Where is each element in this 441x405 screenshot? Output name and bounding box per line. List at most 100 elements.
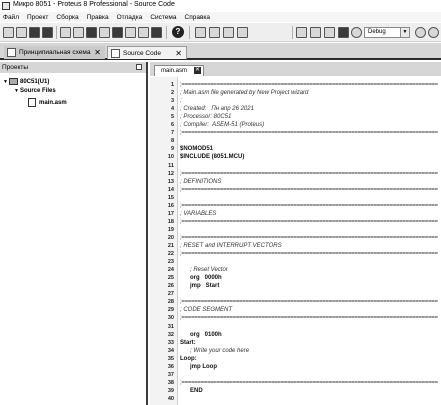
- help-icon[interactable]: ?: [172, 26, 184, 38]
- save-all-icon[interactable]: [42, 27, 53, 38]
- code-line[interactable]: 18 ;=====================================…: [150, 218, 441, 226]
- code-line[interactable]: 39 END: [150, 387, 441, 395]
- code-line[interactable]: 20 ;=====================================…: [150, 234, 441, 242]
- code-line[interactable]: 25 org 0000h: [150, 274, 441, 282]
- tab-source-code[interactable]: Source Code ✕: [107, 46, 187, 59]
- code-line[interactable]: 14 ;=====================================…: [150, 186, 441, 194]
- code-line[interactable]: 26 jmp Start: [150, 282, 441, 290]
- undo-icon[interactable]: [209, 27, 220, 38]
- code-text: ; CODE SEGMENT: [180, 307, 233, 314]
- code-line[interactable]: 35 Loop:: [150, 355, 441, 363]
- code-line[interactable]: 19: [150, 226, 441, 234]
- code-line[interactable]: 37: [150, 371, 441, 379]
- tab-schematic[interactable]: Принципиальная схема ✕: [4, 46, 105, 59]
- code-line[interactable]: 34 ; Write your code here: [150, 347, 441, 355]
- tree-item-label: Source Files: [20, 88, 56, 94]
- stop-icon[interactable]: [338, 27, 349, 38]
- code-line[interactable]: 23: [150, 258, 441, 266]
- tab-schematic-label: Принципиальная схема: [19, 49, 91, 56]
- code-line[interactable]: 7 ;======================================…: [150, 129, 441, 137]
- pcb-icon[interactable]: [86, 27, 97, 38]
- paste-icon[interactable]: [237, 27, 248, 38]
- code-editor[interactable]: 1 ;======================================…: [150, 77, 441, 405]
- code-text: END: [180, 387, 203, 394]
- schematic-icon[interactable]: [73, 27, 84, 38]
- settings-icon[interactable]: [351, 27, 362, 38]
- menu-file[interactable]: Файл: [3, 14, 19, 21]
- tree-item-main-asm[interactable]: main.asm: [28, 98, 67, 107]
- code-line[interactable]: 15: [150, 194, 441, 202]
- code-line[interactable]: 8: [150, 137, 441, 145]
- code-text: jmp Start: [180, 283, 220, 290]
- code-line[interactable]: 2 ; Main.asm file generated by New Projec…: [150, 89, 441, 97]
- 3d-icon[interactable]: [99, 27, 110, 38]
- toolbar-separator: [189, 26, 190, 39]
- code-line[interactable]: 32 org 0100h: [150, 331, 441, 339]
- line-number: 29: [167, 307, 174, 314]
- bom-icon[interactable]: [125, 27, 136, 38]
- code-line[interactable]: 4 ; Created: Пн апр 26 2021: [150, 105, 441, 113]
- code-line[interactable]: 22 ;=====================================…: [150, 250, 441, 258]
- gerber-icon[interactable]: [112, 27, 123, 38]
- design-explorer-icon[interactable]: [138, 27, 149, 38]
- projects-panel: Проекты ▼ 80C51(U1) ▼Source Files main.as…: [0, 62, 148, 405]
- code-line[interactable]: 5 ; Processor: 80C51: [150, 113, 441, 121]
- code-line[interactable]: 12 ;=====================================…: [150, 170, 441, 178]
- code-line[interactable]: 3;: [150, 97, 441, 105]
- code-line[interactable]: 40: [150, 395, 441, 403]
- menu-system[interactable]: Система: [150, 14, 176, 21]
- new-file-icon[interactable]: [3, 27, 14, 38]
- code-line[interactable]: 10 $INCLUDE (8051.MCU): [150, 153, 441, 161]
- code-text: org 0000h: [180, 275, 222, 282]
- line-number: 13: [167, 178, 174, 185]
- menu-debug[interactable]: Отладка: [117, 14, 143, 21]
- code-line[interactable]: 6 ; Compiler: ASEM-51 (Proteus): [150, 121, 441, 129]
- chevron-down-icon[interactable]: ▼: [400, 28, 409, 37]
- pin-icon[interactable]: [136, 64, 142, 70]
- rebuild-icon[interactable]: [310, 27, 321, 38]
- code-text: ;=======================================…: [180, 251, 438, 258]
- code-line[interactable]: 24 ; Reset Vector: [150, 266, 441, 274]
- code-text: ;=======================================…: [180, 170, 438, 177]
- code-line[interactable]: 17 ; VARIABLES: [150, 210, 441, 218]
- code-line[interactable]: 11: [150, 162, 441, 170]
- open-folder-icon[interactable]: [16, 27, 27, 38]
- code-line[interactable]: 16 ;=====================================…: [150, 202, 441, 210]
- build-config-select[interactable]: Debug ▼: [364, 27, 410, 38]
- menu-help[interactable]: Справка: [185, 14, 211, 21]
- close-icon[interactable]: ✕: [175, 47, 182, 60]
- code-line[interactable]: 33 Start:: [150, 339, 441, 347]
- close-icon[interactable]: ✕: [194, 67, 201, 74]
- close-icon[interactable]: ✕: [94, 46, 101, 59]
- code-line[interactable]: 21 ; RESET and INTERRUPT VECTORS: [150, 242, 441, 250]
- copy-icon[interactable]: [223, 27, 234, 38]
- tree-item-source-files[interactable]: ▼Source Files: [14, 88, 56, 94]
- close-file-icon[interactable]: [195, 27, 206, 38]
- refresh-icon[interactable]: [415, 27, 426, 38]
- code-line[interactable]: 31: [150, 323, 441, 331]
- code-text: ;=======================================…: [180, 315, 438, 322]
- code-line[interactable]: 30 ;=====================================…: [150, 314, 441, 322]
- code-line[interactable]: 28 ;=====================================…: [150, 298, 441, 306]
- code-line[interactable]: 13 ; DEFINITIONS: [150, 178, 441, 186]
- menu-build[interactable]: Сборка: [56, 14, 78, 21]
- refresh-all-icon[interactable]: [428, 27, 439, 38]
- code-line[interactable]: 29 ; CODE SEGMENT: [150, 306, 441, 314]
- code-line[interactable]: 38 ;=====================================…: [150, 379, 441, 387]
- source-code-icon[interactable]: [151, 27, 162, 38]
- code-text: ;=======================================…: [180, 299, 438, 306]
- code-text: ; Write your code here: [180, 347, 250, 354]
- code-line[interactable]: 27: [150, 290, 441, 298]
- tree-item-chip[interactable]: ▼ 80C51(U1): [3, 78, 49, 85]
- code-line[interactable]: 9 $NOMOD51: [150, 145, 441, 153]
- clean-icon[interactable]: [324, 27, 335, 38]
- build-icon[interactable]: [296, 27, 307, 38]
- save-icon[interactable]: [29, 27, 40, 38]
- menu-edit[interactable]: Правка: [87, 14, 109, 21]
- print-icon[interactable]: [60, 27, 71, 38]
- code-line[interactable]: 36 jmp Loop: [150, 363, 441, 371]
- code-text: ; Reset Vector: [180, 267, 228, 274]
- code-line[interactable]: 1 ;======================================…: [150, 81, 441, 89]
- tab-main-asm[interactable]: main.asm ✕: [154, 65, 204, 76]
- menu-project[interactable]: Проект: [27, 14, 48, 21]
